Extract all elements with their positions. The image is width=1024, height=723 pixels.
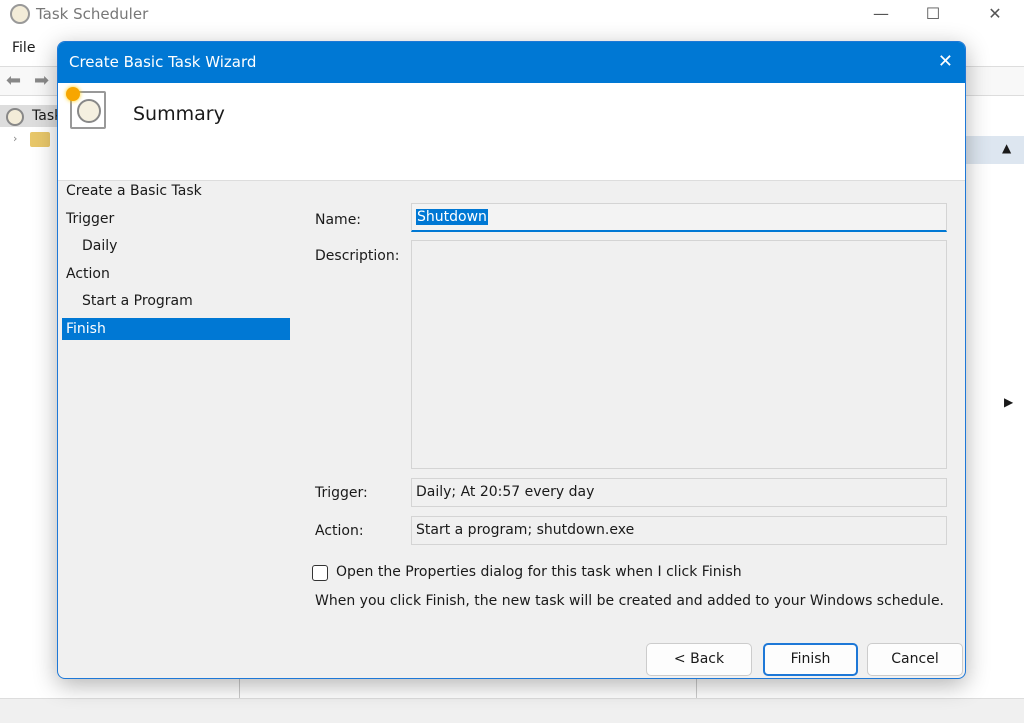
action-value: Start a program; shutdown.exe — [411, 516, 947, 545]
back-arrow-icon[interactable]: ⬅ — [6, 70, 21, 91]
forward-arrow-icon[interactable]: ➡ — [34, 70, 49, 91]
app-title: Task Scheduler — [36, 5, 149, 23]
description-field[interactable] — [411, 240, 947, 469]
menu-file[interactable]: File — [12, 40, 35, 56]
wizard-step: Action — [66, 265, 110, 282]
cancel-button[interactable]: Cancel — [867, 643, 963, 676]
dialog-title: Create Basic Task Wizard — [58, 42, 965, 83]
dialog-close-button[interactable]: ✕ — [938, 50, 953, 74]
create-basic-task-dialog: Create Basic Task Wizard ✕ Summary Creat… — [57, 41, 966, 679]
expand-right-icon[interactable]: ▶ — [1004, 395, 1013, 409]
actions-pane-header[interactable]: ▲ — [966, 136, 1024, 164]
collapse-up-icon[interactable]: ▲ — [1002, 141, 1011, 155]
wizard-step: Start a Program — [82, 293, 193, 309]
expand-chevron-icon[interactable]: › — [13, 132, 17, 145]
tree-clock-icon — [6, 108, 24, 126]
maximize-button[interactable]: ☐ — [910, 2, 956, 26]
app-clock-icon — [10, 4, 30, 24]
name-label: Name: — [315, 212, 362, 228]
name-value: Shutdown — [416, 209, 488, 225]
wizard-step: Create a Basic Task — [66, 183, 202, 199]
wizard-step: Finish — [62, 317, 290, 340]
new-task-clock-icon — [66, 87, 106, 129]
trigger-value: Daily; At 20:57 every day — [411, 478, 947, 507]
back-button[interactable]: < Back — [646, 643, 752, 676]
name-field[interactable]: Shutdown — [411, 203, 947, 232]
minimize-button[interactable]: — — [858, 2, 904, 26]
finish-note: When you click Finish, the new task will… — [315, 593, 945, 609]
trigger-label: Trigger: — [315, 485, 368, 501]
dialog-header: Summary — [58, 83, 965, 181]
wizard-step: Daily — [82, 238, 118, 254]
action-label: Action: — [315, 523, 364, 539]
finish-button[interactable]: Finish — [763, 643, 858, 676]
description-label: Description: — [315, 248, 400, 264]
open-properties-label[interactable]: Open the Properties dialog for this task… — [336, 564, 742, 580]
status-bar — [0, 698, 1024, 723]
close-window-button[interactable]: ✕ — [972, 2, 1018, 26]
folder-icon — [30, 132, 50, 147]
wizard-step: Trigger — [66, 210, 115, 227]
page-title: Summary — [133, 103, 225, 125]
open-properties-checkbox[interactable] — [312, 565, 328, 581]
